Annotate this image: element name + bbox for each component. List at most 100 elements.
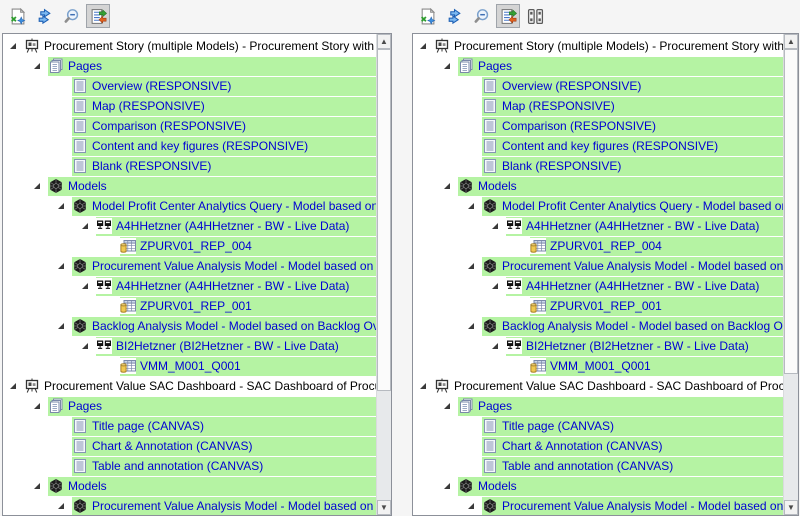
tree-item[interactable]: Procurement Story (multiple Models) - Pr…: [4, 36, 376, 56]
tree-item[interactable]: Overview (RESPONSIVE): [414, 76, 783, 96]
expander-icon[interactable]: [442, 476, 458, 496]
export-report-button[interactable]: [5, 4, 29, 28]
tree-item[interactable]: Overview (RESPONSIVE): [4, 76, 376, 96]
query-icon: [120, 298, 136, 314]
expander-icon[interactable]: [442, 176, 458, 196]
expander-icon[interactable]: [56, 196, 72, 216]
expander-icon[interactable]: [56, 316, 72, 336]
expander-icon[interactable]: [490, 216, 506, 236]
expander-icon[interactable]: [32, 476, 48, 496]
expander-icon[interactable]: [442, 396, 458, 416]
scroll-up-button[interactable]: ▲: [377, 34, 391, 49]
tree-item[interactable]: Pages: [4, 396, 376, 416]
tree-item[interactable]: Model Profit Center Analytics Query - Mo…: [414, 196, 783, 216]
page-icon: [482, 118, 498, 134]
left-tree-panel: Procurement Story (multiple Models) - Pr…: [2, 33, 392, 516]
tree-item[interactable]: A4HHetzner (A4HHetzner - BW - Live Data): [4, 276, 376, 296]
tree-item[interactable]: Models: [414, 476, 783, 496]
expander-icon[interactable]: [32, 176, 48, 196]
tree-item[interactable]: A4HHetzner (A4HHetzner - BW - Live Data): [414, 276, 783, 296]
expander-icon[interactable]: [442, 56, 458, 76]
tree-item[interactable]: Table and annotation (CANVAS): [414, 456, 783, 476]
indent-spacer: [4, 116, 56, 136]
expander-icon[interactable]: [8, 376, 24, 396]
tree-item[interactable]: Table and annotation (CANVAS): [4, 456, 376, 476]
tree-item[interactable]: Models: [4, 476, 376, 496]
indent-spacer: [414, 196, 466, 216]
tree-item[interactable]: Map (RESPONSIVE): [414, 96, 783, 116]
tree-item[interactable]: Models: [4, 176, 376, 196]
export-report-button[interactable]: [415, 4, 439, 28]
tree-item[interactable]: Procurement Story (multiple Models) - Pr…: [414, 36, 783, 56]
tree-item[interactable]: Chart & Annotation (CANVAS): [4, 436, 376, 456]
scroll-thumb[interactable]: [377, 49, 391, 391]
indent-spacer: [414, 396, 442, 416]
tree-item[interactable]: Title page (CANVAS): [414, 416, 783, 436]
tree-item[interactable]: ZPURV01_REP_004: [414, 236, 783, 256]
tree-item[interactable]: Models: [414, 176, 783, 196]
tree-item[interactable]: Map (RESPONSIVE): [4, 96, 376, 116]
tree-item[interactable]: ZPURV01_REP_004: [4, 236, 376, 256]
scroll-down-button[interactable]: ▼: [784, 500, 798, 515]
tree-item[interactable]: Procurement Value SAC Dashboard - SAC Da…: [4, 376, 376, 396]
expander-icon[interactable]: [466, 496, 482, 515]
tree-item[interactable]: Title page (CANVAS): [4, 416, 376, 436]
show-differences-button[interactable]: [496, 4, 520, 28]
tree-item[interactable]: Model Profit Center Analytics Query - Mo…: [4, 196, 376, 216]
expander-icon[interactable]: [490, 336, 506, 356]
expander-icon[interactable]: [56, 496, 72, 515]
tree-item[interactable]: Procurement Value Analysis Model - Model…: [4, 256, 376, 276]
tree-item[interactable]: Pages: [4, 56, 376, 76]
expander-icon[interactable]: [80, 276, 96, 296]
tree-item[interactable]: ZPURV01_REP_001: [414, 296, 783, 316]
tree-item[interactable]: VMM_M001_Q001: [414, 356, 783, 376]
expander-icon[interactable]: [418, 376, 434, 396]
expander-icon[interactable]: [32, 396, 48, 416]
tree-item[interactable]: Procurement Value SAC Dashboard - SAC Da…: [414, 376, 783, 396]
zoom-out-button[interactable]: [469, 4, 493, 28]
tree-item[interactable]: VMM_M001_Q001: [4, 356, 376, 376]
tree-item[interactable]: A4HHetzner (A4HHetzner - BW - Live Data): [4, 216, 376, 236]
compare-arrows-button[interactable]: [32, 4, 56, 28]
expander-icon[interactable]: [80, 216, 96, 236]
indent-spacer: [414, 496, 466, 515]
expander-icon[interactable]: [32, 56, 48, 76]
expander-icon[interactable]: [466, 316, 482, 336]
tree-item[interactable]: Backlog Analysis Model - Model based on …: [4, 316, 376, 336]
expander-icon[interactable]: [56, 256, 72, 276]
vertical-scrollbar[interactable]: ▲ ▼: [783, 34, 798, 515]
tree-item[interactable]: Content and key figures (RESPONSIVE): [4, 136, 376, 156]
expander-icon[interactable]: [466, 196, 482, 216]
expander-icon[interactable]: [490, 276, 506, 296]
tree-item[interactable]: Chart & Annotation (CANVAS): [414, 436, 783, 456]
scroll-down-button[interactable]: ▼: [377, 500, 391, 515]
side-by-side-button[interactable]: [523, 4, 547, 28]
vertical-scrollbar[interactable]: ▲ ▼: [376, 34, 391, 515]
expander-icon[interactable]: [466, 256, 482, 276]
expander-icon[interactable]: [418, 36, 434, 56]
tree-item[interactable]: Pages: [414, 396, 783, 416]
tree-item[interactable]: ZPURV01_REP_001: [4, 296, 376, 316]
zoom-out-button[interactable]: [59, 4, 83, 28]
tree-item[interactable]: Content and key figures (RESPONSIVE): [414, 136, 783, 156]
tree-item[interactable]: BI2Hetzner (BI2Hetzner - BW - Live Data): [414, 336, 783, 356]
compare-arrows-button[interactable]: [442, 4, 466, 28]
row-highlight: ZPURV01_REP_001: [530, 297, 783, 316]
show-differences-button[interactable]: [86, 4, 110, 28]
tree-item[interactable]: Blank (RESPONSIVE): [414, 156, 783, 176]
tree-item[interactable]: BI2Hetzner (BI2Hetzner - BW - Live Data): [4, 336, 376, 356]
tree-item[interactable]: Comparison (RESPONSIVE): [414, 116, 783, 136]
tree-item[interactable]: Procurement Value Analysis Model - Model…: [414, 256, 783, 276]
tree-item[interactable]: Comparison (RESPONSIVE): [4, 116, 376, 136]
tree-item[interactable]: Procurement Value Analysis Model - Model…: [414, 496, 783, 515]
expander-icon[interactable]: [80, 336, 96, 356]
tree-item[interactable]: Pages: [414, 56, 783, 76]
expander-icon[interactable]: [8, 36, 24, 56]
scroll-up-button[interactable]: ▲: [784, 34, 798, 49]
tree-item[interactable]: Blank (RESPONSIVE): [4, 156, 376, 176]
tree-item[interactable]: A4HHetzner (A4HHetzner - BW - Live Data): [414, 216, 783, 236]
model-icon: [482, 498, 498, 514]
tree-item[interactable]: Backlog Analysis Model - Model based on …: [414, 316, 783, 336]
tree-item[interactable]: Procurement Value Analysis Model - Model…: [4, 496, 376, 515]
scroll-thumb[interactable]: [784, 49, 798, 374]
